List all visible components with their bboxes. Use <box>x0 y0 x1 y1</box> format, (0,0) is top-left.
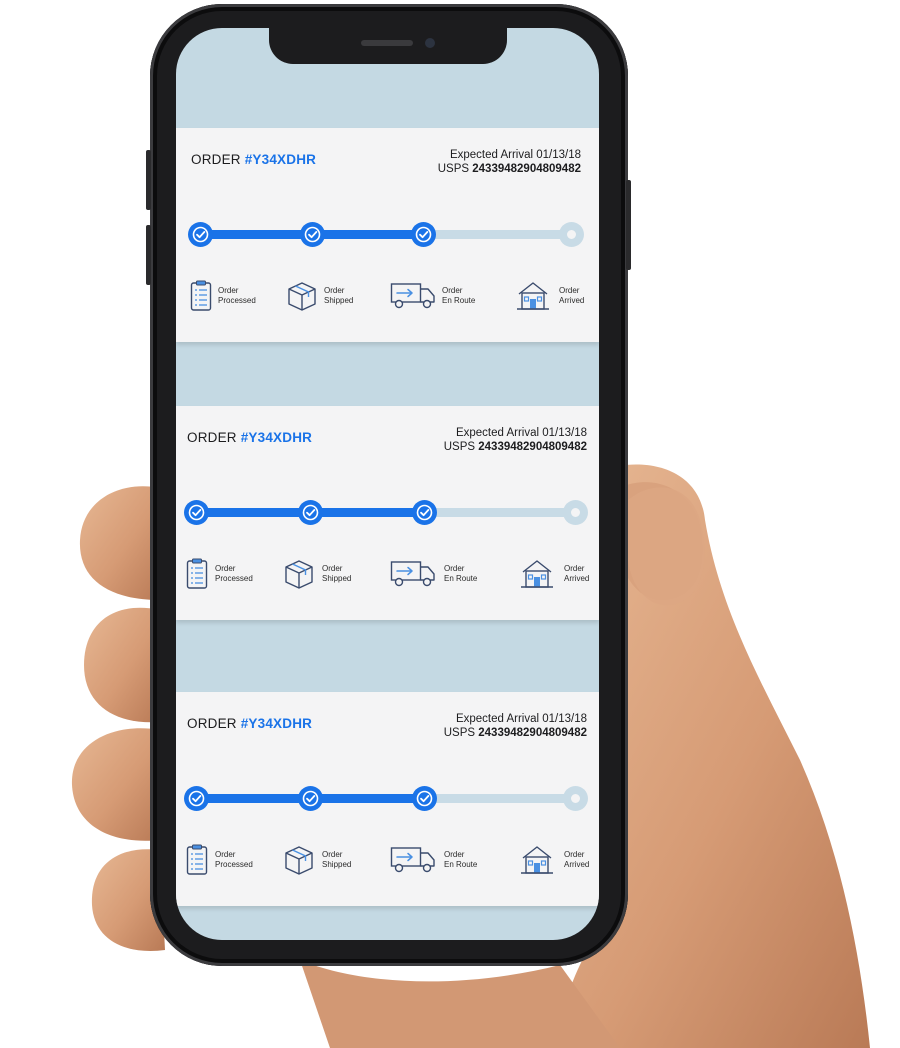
clipboard-icon <box>190 280 212 311</box>
step-en-route-check-icon <box>412 786 437 811</box>
order-card[interactable]: ORDER #Y34XDHR Expected Arrival 01/13/18… <box>176 406 599 620</box>
order-number[interactable]: #Y34XDHR <box>241 716 312 731</box>
step-shipped-check-icon <box>298 500 323 525</box>
order-number[interactable]: #Y34XDHR <box>241 430 312 445</box>
step-processed-check-icon <box>184 500 209 525</box>
expected-arrival: Expected Arrival 01/13/18 <box>455 713 587 725</box>
stage-label: Order Processed <box>218 286 256 305</box>
step-en-route-check-icon <box>412 500 437 525</box>
step-arrived-pending-icon <box>563 786 588 811</box>
order-card[interactable]: ORDER #Y34XDHR Expected Arrival 01/13/18… <box>176 692 599 906</box>
arrival-info: Expected Arrival 01/13/18 USPS 243394829… <box>444 426 587 454</box>
tracking-number[interactable]: 24339482904809482 <box>472 163 581 175</box>
house-icon <box>521 560 553 588</box>
progress-tracker <box>188 222 584 247</box>
tracking-line: USPS 24339482904809482 <box>444 440 587 454</box>
power-button <box>626 180 631 270</box>
tracking-number[interactable]: 24339482904809482 <box>478 441 587 453</box>
stage-label: Order En Route <box>444 564 478 583</box>
step-shipped-check-icon <box>298 786 323 811</box>
order-prefix: ORDER <box>187 716 237 731</box>
stage-label: Order Shipped <box>324 286 354 305</box>
clipboard-icon <box>186 558 208 589</box>
order-title: ORDER #Y34XDHR <box>187 716 312 731</box>
package-box-icon <box>285 846 313 875</box>
delivery-truck-icon <box>390 561 435 587</box>
carrier-name: USPS <box>443 441 476 453</box>
delivery-truck-icon <box>390 847 435 873</box>
house-icon <box>521 846 553 874</box>
step-arrived-pending-icon <box>563 500 588 525</box>
stage-label: Order En Route <box>442 286 476 305</box>
order-number[interactable]: #Y34XDHR <box>245 152 316 167</box>
progress-tracker <box>184 500 588 525</box>
step-en-route-check-icon <box>411 222 436 247</box>
front-camera <box>425 38 435 48</box>
delivery-truck-icon <box>390 283 435 309</box>
package-box-icon <box>288 282 316 311</box>
progress-tracker <box>184 786 588 811</box>
order-prefix: ORDER <box>191 152 241 167</box>
order-title: ORDER #Y34XDHR <box>187 430 312 445</box>
order-title: ORDER #Y34XDHR <box>191 152 316 167</box>
step-processed-check-icon <box>188 222 213 247</box>
step-processed-check-icon <box>184 786 209 811</box>
phone-screen: ORDER #Y34XDHR Expected Arrival 01/13/18… <box>176 28 599 940</box>
house-icon <box>517 282 549 310</box>
stage-label: Order Processed <box>215 850 253 869</box>
stage-label: Order Arrived <box>564 850 590 869</box>
stage-label: Order Arrived <box>564 564 590 583</box>
tracking-line: USPS 24339482904809482 <box>444 726 587 740</box>
expected-arrival: Expected Arrival 01/13/18 <box>449 149 581 161</box>
tracking-number[interactable]: 24339482904809482 <box>478 727 587 739</box>
tracking-line: USPS 24339482904809482 <box>438 162 581 176</box>
stage-label: Order Shipped <box>322 850 352 869</box>
arrival-info: Expected Arrival 01/13/18 USPS 243394829… <box>438 148 581 176</box>
stage-label: Order Arrived <box>559 286 585 305</box>
order-prefix: ORDER <box>187 430 237 445</box>
phone-notch <box>269 28 507 64</box>
package-box-icon <box>285 560 313 589</box>
order-card[interactable]: ORDER #Y34XDHR Expected Arrival 01/13/18… <box>176 128 599 342</box>
expected-arrival: Expected Arrival 01/13/18 <box>455 427 587 439</box>
arrival-info: Expected Arrival 01/13/18 USPS 243394829… <box>444 712 587 740</box>
stage-label: Order Processed <box>215 564 253 583</box>
stage-label: Order Shipped <box>322 564 352 583</box>
step-shipped-check-icon <box>300 222 325 247</box>
clipboard-icon <box>186 844 208 875</box>
carrier-name: USPS <box>443 727 476 739</box>
speaker-grille <box>361 40 413 46</box>
stage-label: Order En Route <box>444 850 478 869</box>
step-arrived-pending-icon <box>559 222 584 247</box>
volume-up-button <box>146 150 151 210</box>
volume-down-button <box>146 225 151 285</box>
carrier-name: USPS <box>437 163 470 175</box>
